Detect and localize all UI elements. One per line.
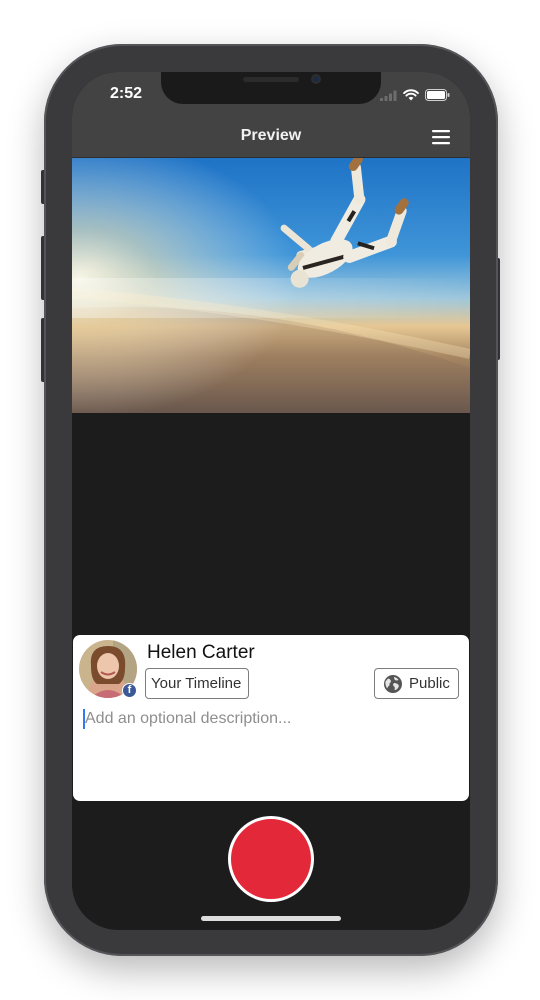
user-name: Helen Carter: [147, 642, 255, 663]
phone-screen: 2:52 Preview f Helen Carter Your Timelin…: [72, 72, 470, 930]
share-destination-label: Your Timeline: [151, 675, 242, 692]
skydiver-preview-image: [72, 158, 470, 413]
signal-bars-icon: [380, 90, 397, 101]
description-input[interactable]: Add an optional description...: [83, 707, 459, 795]
speaker-grille: [243, 77, 299, 82]
notch: [161, 72, 381, 104]
battery-icon: [425, 89, 450, 101]
facebook-badge-icon: f: [122, 683, 137, 698]
home-indicator[interactable]: [201, 916, 341, 921]
globe-icon: [384, 674, 402, 693]
wifi-icon: [403, 89, 419, 101]
video-preview[interactable]: [72, 158, 470, 413]
status-icons: [380, 88, 450, 102]
share-destination-button[interactable]: Your Timeline: [145, 668, 249, 699]
front-camera: [311, 74, 321, 84]
navigation-bar: Preview: [72, 116, 470, 158]
description-placeholder: Add an optional description...: [85, 710, 292, 727]
privacy-label: Public: [409, 675, 450, 692]
status-time: 2:52: [110, 85, 143, 102]
page-title: Preview: [240, 127, 302, 144]
hamburger-menu-icon[interactable]: [430, 128, 452, 146]
record-button[interactable]: [228, 816, 314, 902]
status-bar: 2:52: [72, 72, 470, 116]
post-composer-card: f Helen Carter Your Timeline Public Add …: [73, 635, 469, 801]
privacy-button[interactable]: Public: [374, 668, 459, 699]
